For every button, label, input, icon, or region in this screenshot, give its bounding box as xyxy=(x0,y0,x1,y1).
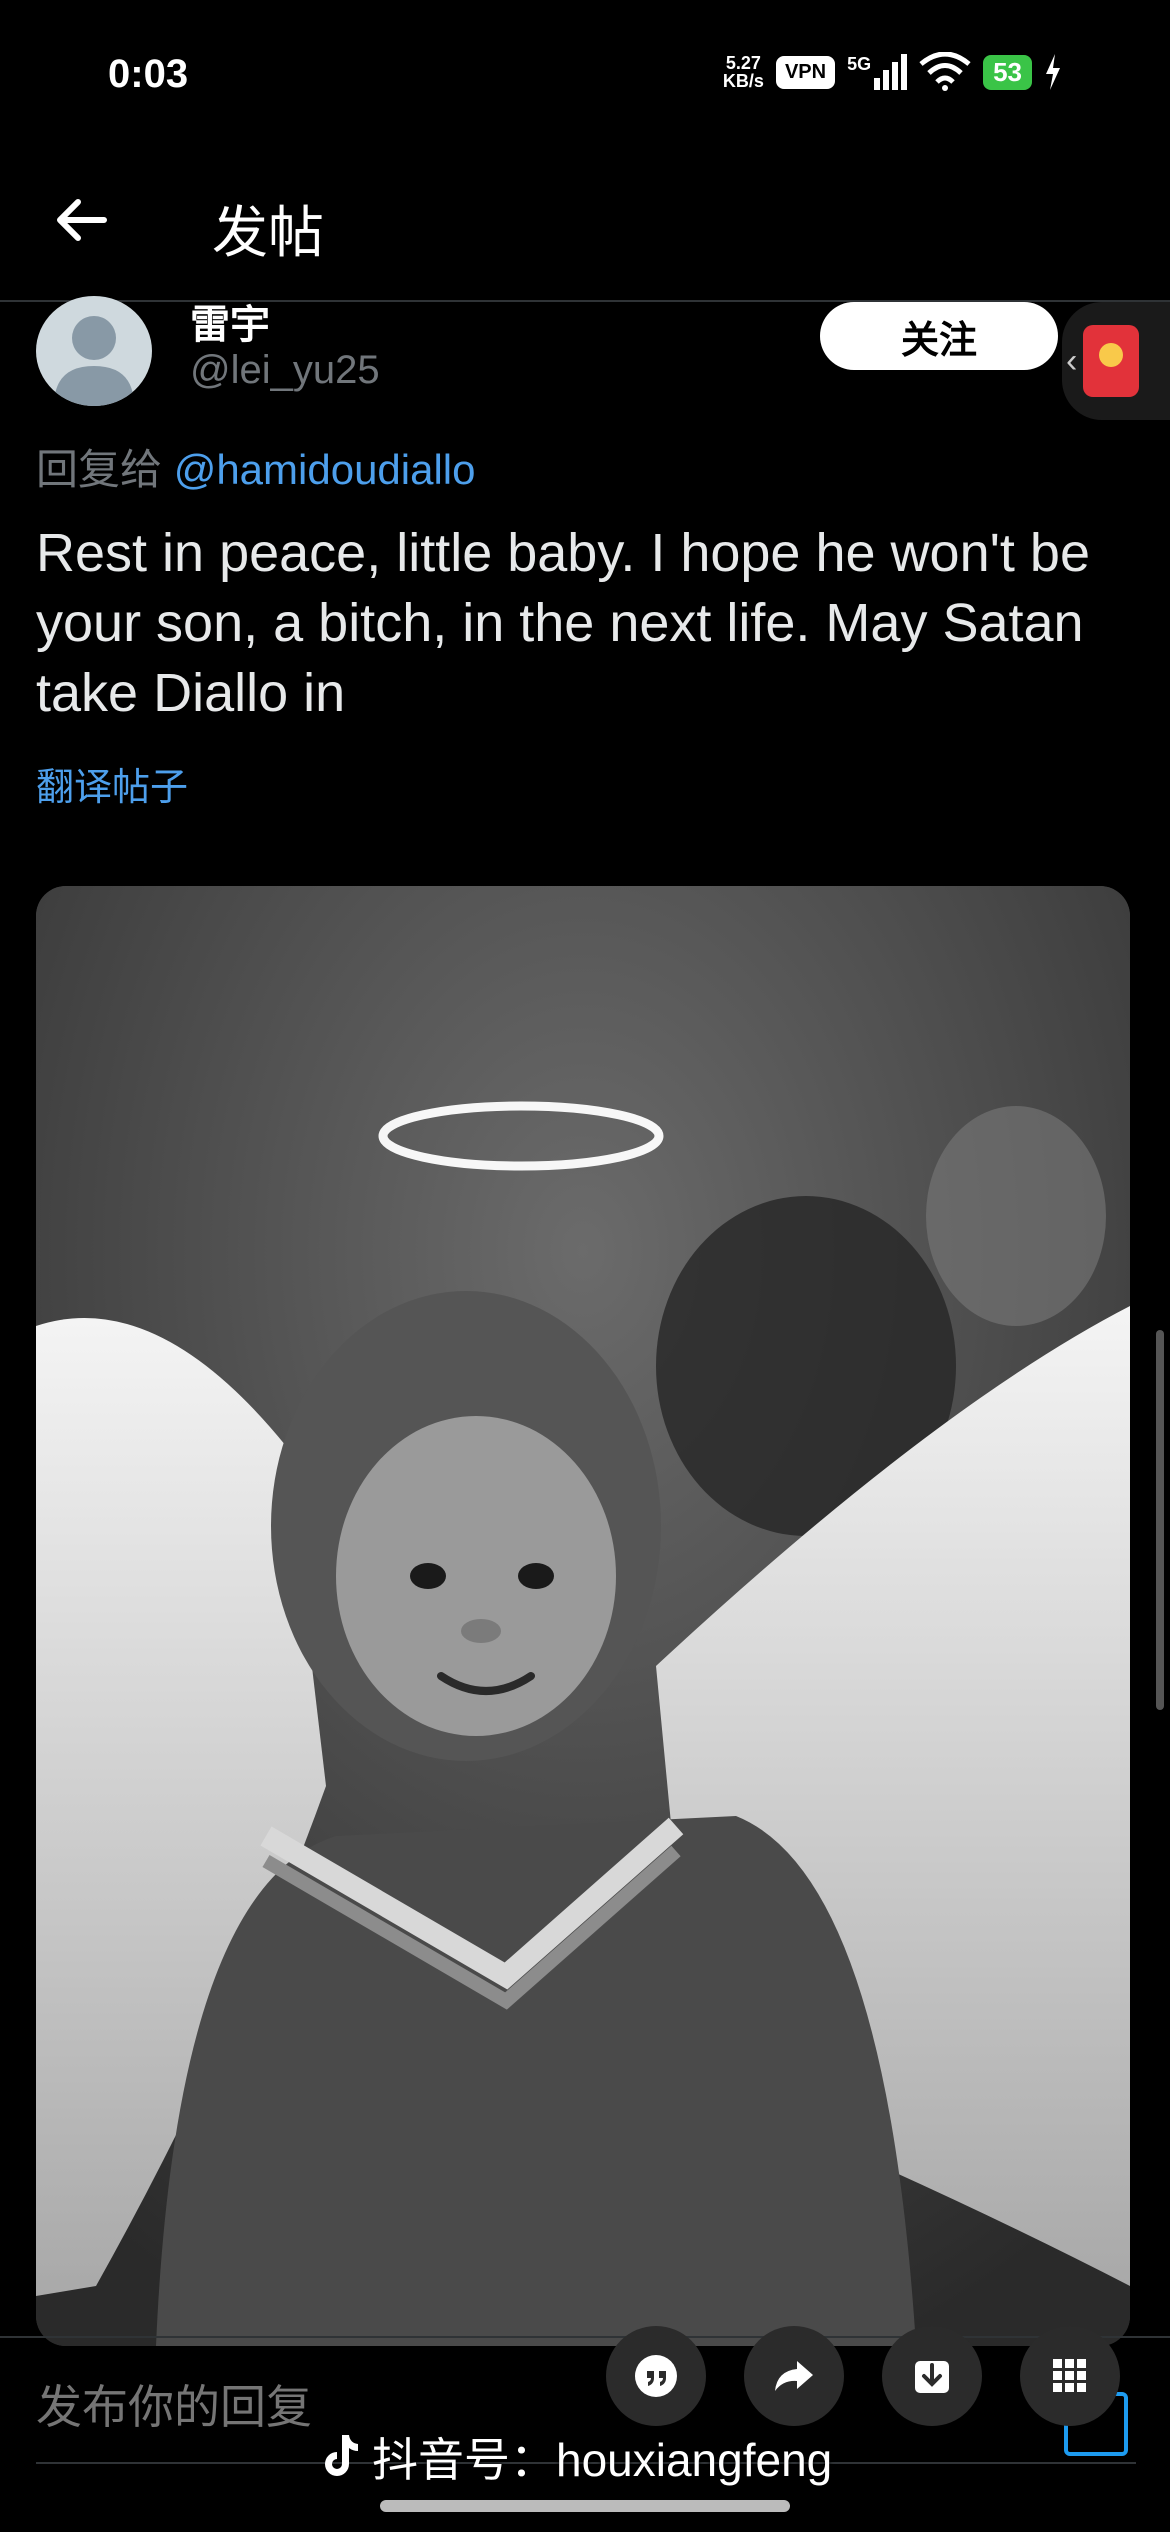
status-icons: 5.27 KB/s VPN 5G 53 xyxy=(723,52,1062,92)
status-time: 0:03 xyxy=(108,52,189,96)
author-handle[interactable]: @lei_yu25 xyxy=(190,348,380,393)
page-title: 发帖 xyxy=(212,201,324,264)
share-button[interactable] xyxy=(744,2326,844,2426)
quote-button[interactable] xyxy=(606,2326,706,2426)
angel-baby-photo xyxy=(36,886,1130,2346)
speed-value: 5.27 xyxy=(725,53,761,73)
post-text: Rest in peace, little baby. I hope he wo… xyxy=(36,523,1090,723)
charging-icon xyxy=(1046,54,1060,90)
douyin-watermark: 抖音号：houxiangfeng xyxy=(320,2424,832,2490)
network-type: 5G xyxy=(847,54,872,74)
download-icon xyxy=(915,2361,949,2393)
watermark-text: 抖音号：houxiangfeng xyxy=(372,2434,833,2486)
red-packet-widget[interactable]: ‹ xyxy=(1062,302,1170,420)
author-name[interactable]: 雷宇 xyxy=(190,292,270,350)
cellular-signal-icon: 5G xyxy=(847,54,908,90)
post-image[interactable] xyxy=(36,886,1130,2346)
scrollbar[interactable] xyxy=(1156,1330,1164,1710)
battery-indicator: 53 xyxy=(983,54,1032,90)
back-arrow-icon[interactable] xyxy=(52,190,112,250)
network-speed: 5.27 KB/s xyxy=(723,54,764,90)
vpn-badge: VPN xyxy=(775,55,836,89)
share-arrow-icon xyxy=(775,2361,813,2391)
translate-post-link[interactable]: 翻译帖子 xyxy=(36,756,188,811)
chevron-left-icon: ‹ xyxy=(1066,341,1078,380)
home-indicator[interactable] xyxy=(380,2500,790,2512)
quote-icon xyxy=(635,2355,677,2397)
download-button[interactable] xyxy=(882,2326,982,2426)
reply-prefix: 回复给 xyxy=(36,446,163,493)
speed-unit: KB/s xyxy=(722,71,764,91)
follow-button[interactable]: 关注 xyxy=(820,302,1058,370)
default-avatar-icon xyxy=(54,316,134,406)
wifi-icon xyxy=(919,52,971,91)
reply-mention-link[interactable]: @hamidoudiallo xyxy=(174,446,476,493)
reply-to-line: 回复给 @hamidoudiallo xyxy=(36,436,476,497)
more-apps-button[interactable] xyxy=(1020,2326,1120,2426)
tiktok-logo-icon xyxy=(325,2435,358,2476)
red-packet-icon xyxy=(1083,325,1140,397)
grid-icon xyxy=(1053,2359,1086,2392)
avatar[interactable] xyxy=(36,296,152,406)
reply-bar-divider xyxy=(0,2336,1170,2338)
